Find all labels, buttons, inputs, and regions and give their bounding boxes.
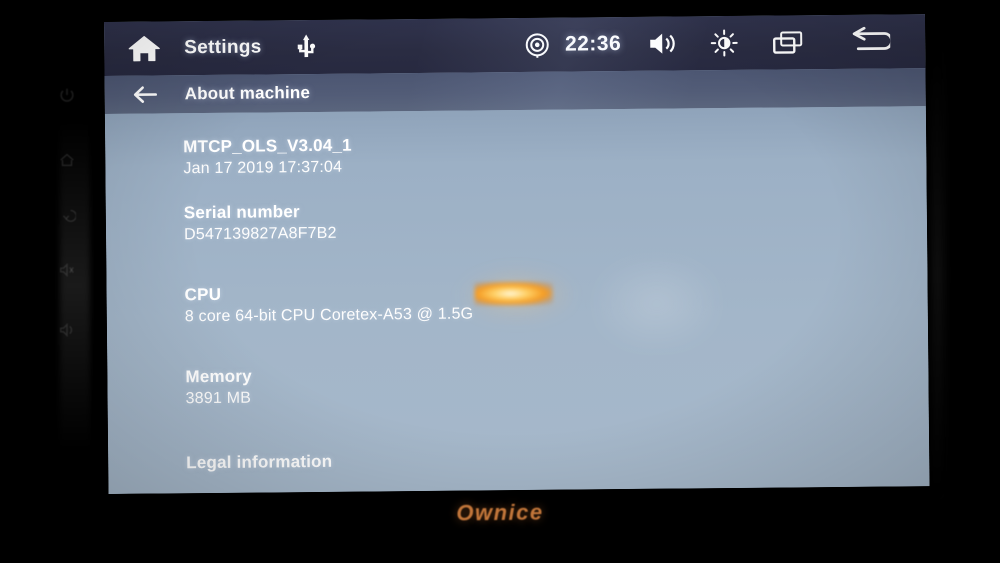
list-item-legal-information[interactable]: Legal information [186, 452, 332, 473]
list-item-build-version[interactable]: MTCP_OLS_V3.04_1 Jan 17 2019 17:37:04 [183, 136, 352, 179]
arrow-left-icon[interactable] [105, 75, 185, 114]
usb-icon[interactable] [275, 20, 338, 75]
hardkey-volume-up-icon[interactable] [52, 315, 82, 345]
gps-location-icon[interactable] [509, 18, 566, 73]
build-date-value: Jan 17 2019 17:37:04 [183, 158, 343, 178]
brand-logo: Ownice [456, 499, 544, 526]
volume-icon[interactable] [631, 16, 694, 71]
list-item-memory[interactable]: Memory 3891 MB [185, 367, 252, 409]
screen-glare-lamp [474, 281, 553, 306]
list-item-cpu[interactable]: CPU 8 core 64-bit CPU Coretex-A53 @ 1.5G [185, 282, 474, 326]
recent-apps-icon[interactable] [755, 15, 822, 70]
memory-value: 3891 MB [185, 389, 252, 408]
serial-number-value: D547139827A8F7B2 [183, 224, 337, 244]
build-version-label: MTCP_OLS_V3.04_1 [183, 135, 352, 157]
hardkey-home-icon[interactable] [52, 145, 82, 175]
cpu-label: CPU [184, 284, 222, 305]
serial-number-label: Serial number [183, 202, 300, 223]
screen-title: About machine [184, 83, 311, 104]
hardkey-volume-down-icon[interactable] [52, 255, 82, 285]
top-status-bar: Settings 22:36 [104, 14, 926, 76]
legal-information-label: Legal information [186, 451, 333, 473]
memory-label: Memory [185, 366, 252, 387]
head-unit-device: Settings 22:36 About machine MTCP_OLS_V3… [0, 0, 1000, 563]
hardkey-back-icon[interactable] [52, 200, 82, 230]
home-icon[interactable] [104, 21, 185, 76]
page-title: Settings [184, 36, 262, 59]
screen-reflection-soft [596, 258, 718, 350]
list-item-serial-number[interactable]: Serial number D547139827A8F7B2 [184, 202, 337, 244]
about-machine-list: MTCP_OLS_V3.04_1 Jan 17 2019 17:37:04 Se… [104, 106, 930, 494]
screen-glare-halo [458, 265, 575, 325]
clock: 22:36 [564, 32, 622, 56]
display-screen: Settings 22:36 About machine MTCP_OLS_V3… [104, 14, 930, 494]
brightness-icon[interactable] [693, 16, 756, 71]
bezel-highlight-right [930, 40, 944, 510]
cpu-value: 8 core 64-bit CPU Coretex-A53 @ 1.5G [184, 305, 474, 326]
back-arrow-icon[interactable] [821, 14, 914, 69]
hardkey-power-icon[interactable] [52, 80, 82, 110]
